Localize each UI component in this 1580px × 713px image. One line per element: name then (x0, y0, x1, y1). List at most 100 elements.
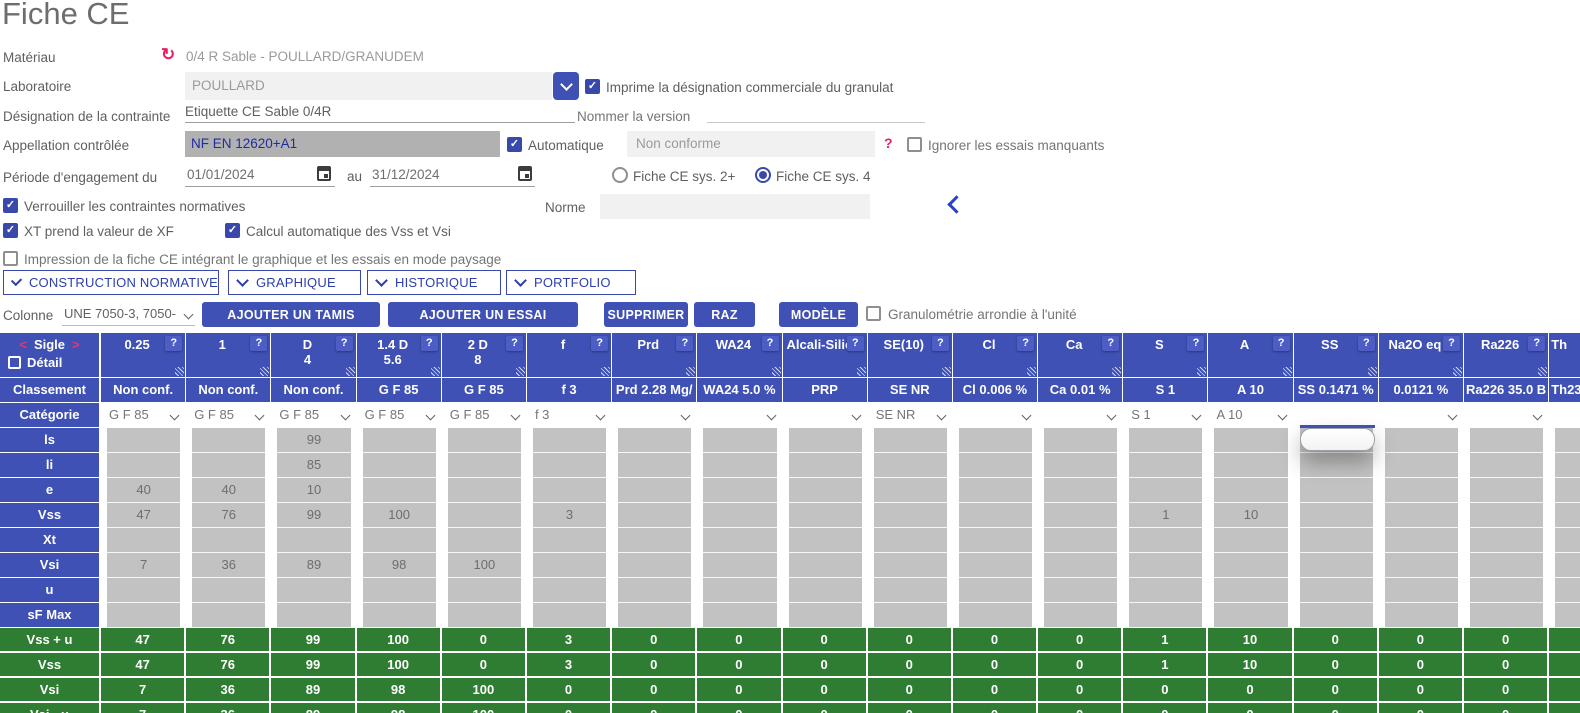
categorie-select[interactable] (1038, 403, 1123, 428)
xt-checkbox[interactable]: ✓ (3, 223, 18, 238)
help-icon[interactable]: ? (1358, 336, 1375, 351)
grid-cell[interactable] (533, 603, 606, 628)
grid-cell[interactable] (703, 453, 776, 478)
help-icon[interactable]: ? (1528, 336, 1545, 351)
grid-cell[interactable] (1300, 603, 1373, 628)
grid-cell[interactable]: 3 (533, 503, 606, 528)
grid-cell[interactable] (1470, 478, 1543, 503)
norme-input[interactable] (600, 194, 870, 219)
section-construction-normative[interactable]: CONSTRUCTION NORMATIVE (3, 270, 219, 295)
categorie-select[interactable]: SE NR (868, 403, 953, 428)
grid-cell[interactable] (1555, 578, 1580, 603)
column-header-Ra226[interactable]: Ra226? (1464, 333, 1549, 378)
categorie-select[interactable] (1464, 403, 1549, 428)
grid-cell[interactable] (874, 553, 947, 578)
help-icon[interactable]: ? (762, 336, 779, 351)
grid-cell[interactable]: 10 (277, 478, 350, 503)
grid-cell[interactable] (1044, 453, 1117, 478)
help-icon[interactable]: ? (506, 336, 523, 351)
help-icon[interactable]: ? (165, 336, 182, 351)
grid-cell[interactable]: 40 (192, 478, 265, 503)
categorie-select[interactable]: G F 85 (101, 403, 186, 428)
grid-cell[interactable] (1385, 478, 1458, 503)
grid-cell[interactable] (703, 428, 776, 453)
grid-cell[interactable] (703, 478, 776, 503)
grid-cell[interactable] (533, 578, 606, 603)
grid-cell[interactable] (874, 503, 947, 528)
grid-cell[interactable] (789, 578, 862, 603)
date-fin-input[interactable]: 31/12/2024 (370, 162, 535, 187)
grid-cell[interactable] (1044, 528, 1117, 553)
column-header-Prd[interactable]: Prd? (612, 333, 697, 378)
grid-cell[interactable] (107, 453, 180, 478)
section-portfolio[interactable]: PORTFOLIO (506, 270, 636, 295)
impression-checkbox[interactable] (3, 251, 18, 266)
grid-cell[interactable] (789, 478, 862, 503)
grid-cell[interactable] (1555, 478, 1580, 503)
laboratoire-dropdown-button[interactable] (553, 72, 579, 100)
grid-cell[interactable] (107, 603, 180, 628)
column-header-Ca[interactable]: Ca? (1038, 333, 1123, 378)
grid-cell[interactable] (1385, 553, 1458, 578)
grid-cell[interactable] (448, 603, 521, 628)
colonne-select[interactable]: UNE 7050-3, 7050- (62, 303, 195, 326)
grid-cell[interactable] (192, 603, 265, 628)
refresh-icon[interactable]: ↻ (161, 45, 175, 65)
grid-cell[interactable] (277, 603, 350, 628)
grid-cell[interactable] (874, 428, 947, 453)
grid-cell[interactable] (1470, 528, 1543, 553)
column-resize-handle[interactable] (516, 367, 525, 376)
grid-cell[interactable] (1555, 603, 1580, 628)
calendar-icon[interactable] (518, 166, 532, 181)
categorie-select[interactable]: G F 85 (357, 403, 442, 428)
categorie-select[interactable] (697, 403, 782, 428)
help-icon[interactable]: ? (676, 336, 693, 351)
grid-cell[interactable] (1129, 578, 1202, 603)
grid-cell[interactable] (1300, 528, 1373, 553)
grid-cell[interactable] (1555, 553, 1580, 578)
column-resize-handle[interactable] (1283, 367, 1292, 376)
column-resize-handle[interactable] (857, 367, 866, 376)
calcul-checkbox[interactable]: ✓ (225, 223, 240, 238)
categorie-select[interactable]: A 10 (1208, 403, 1293, 428)
grid-cell[interactable] (874, 453, 947, 478)
grid-cell[interactable] (1129, 528, 1202, 553)
modele-button[interactable]: MODÈLE (779, 302, 858, 327)
conformite-help-icon[interactable]: ? (884, 135, 893, 151)
grid-cell[interactable]: 36 (192, 553, 265, 578)
column-header-Na2O eq[interactable]: Na2O eq? (1379, 333, 1464, 378)
categorie-select[interactable] (612, 403, 697, 428)
categorie-select-focused[interactable] (1300, 428, 1375, 451)
grid-cell[interactable] (1214, 528, 1287, 553)
help-icon[interactable]: ? (1443, 336, 1460, 351)
grid-cell[interactable] (363, 603, 436, 628)
grid-cell[interactable] (874, 578, 947, 603)
column-header-D[interactable]: D4? (271, 333, 356, 378)
grid-cell[interactable] (1044, 578, 1117, 603)
grid-cell[interactable] (1129, 603, 1202, 628)
column-header-f[interactable]: f? (527, 333, 612, 378)
grid-cell[interactable] (618, 428, 691, 453)
laboratoire-input[interactable]: POULLARD (185, 72, 552, 100)
grid-cell[interactable] (789, 603, 862, 628)
grid-cell[interactable] (1300, 553, 1373, 578)
grid-cell[interactable] (1555, 428, 1580, 453)
grid-cell[interactable] (1300, 578, 1373, 603)
grid-cell[interactable] (107, 428, 180, 453)
grid-cell[interactable] (789, 553, 862, 578)
nommer-version-input[interactable] (707, 101, 925, 123)
grid-cell[interactable] (192, 453, 265, 478)
grid-cell[interactable]: 100 (448, 553, 521, 578)
grid-cell[interactable] (1129, 553, 1202, 578)
ajouter-tamis-button[interactable]: AJOUTER UN TAMIS (202, 302, 380, 327)
section-historique[interactable]: HISTORIQUE (367, 270, 501, 295)
grid-cell[interactable] (789, 528, 862, 553)
grid-cell[interactable] (1555, 453, 1580, 478)
grid-cell[interactable] (1470, 428, 1543, 453)
grid-cell[interactable] (363, 478, 436, 503)
grid-cell[interactable] (874, 603, 947, 628)
grid-cell[interactable] (1214, 603, 1287, 628)
grid-cell[interactable] (618, 453, 691, 478)
help-icon[interactable]: ? (1273, 336, 1290, 351)
grid-cell[interactable] (1470, 453, 1543, 478)
